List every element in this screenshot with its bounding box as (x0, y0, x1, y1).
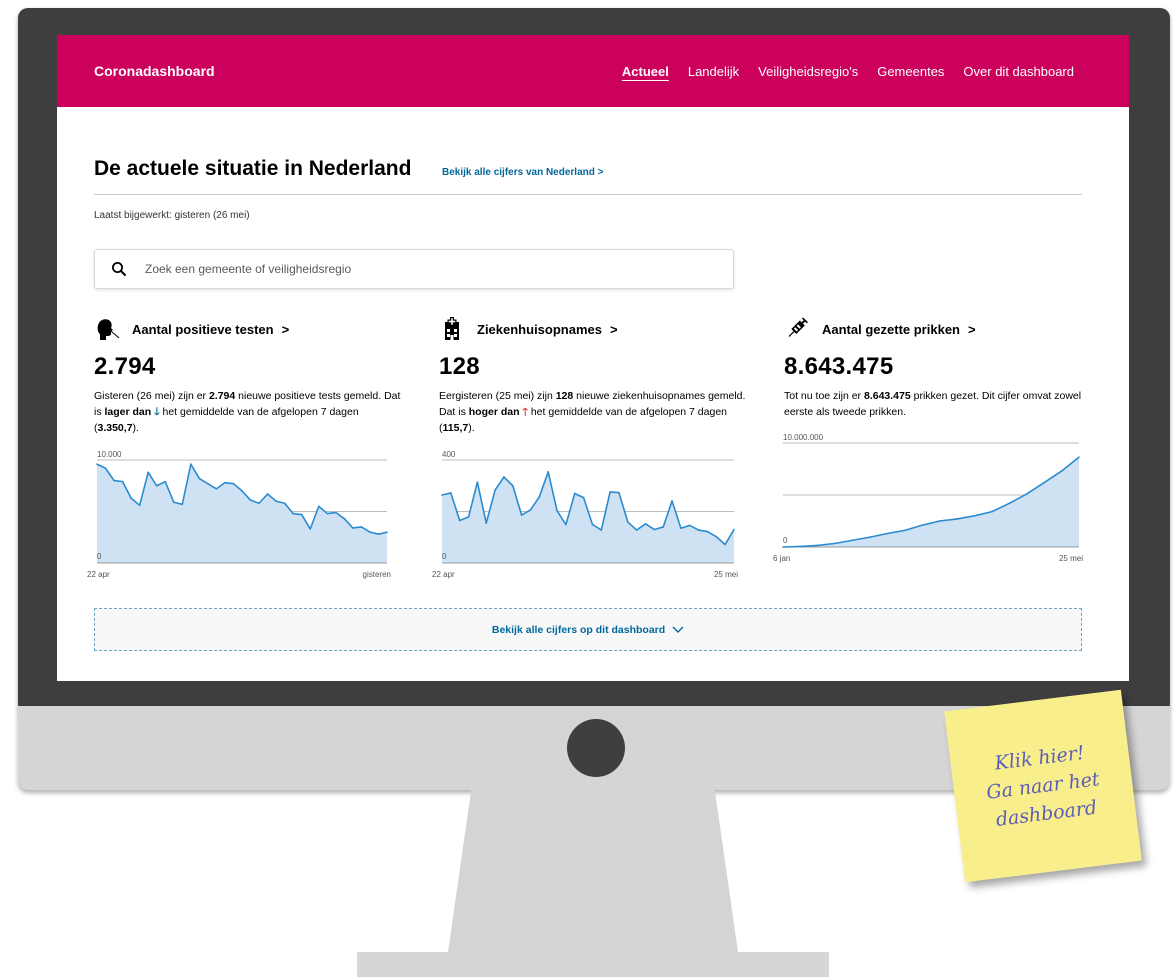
series-segment (292, 512, 303, 516)
page-title: De actuele situatie in Nederland (94, 157, 412, 180)
chart-positive-tests: 10.000 0 22 apr gisteren (87, 448, 397, 588)
monitor-foot (357, 952, 829, 977)
x-end-label: 25 mei (1059, 554, 1083, 563)
metric-value: 128 (439, 353, 480, 380)
search-box (94, 249, 734, 289)
see-all-netherlands-link[interactable]: Bekijk alle cijfers van Nederland > (442, 167, 603, 178)
card-vaccinations: Aantal gezette prikken > 8.643.475 Tot n… (784, 315, 1094, 420)
desc-bold: 2.794 (208, 390, 236, 402)
desc-bold: 115,7 (442, 422, 469, 434)
chevron-right-icon: > (281, 321, 290, 337)
dashboard-screen: Coronadashboard Actueel Landelijk Veilig… (57, 35, 1129, 681)
search-input[interactable] (145, 250, 705, 288)
card-title: Aantal gezette prikken (822, 321, 960, 337)
chart-vaccinations: 10.000.000 0 6 jan 25 mei (773, 429, 1097, 574)
nav-actueel[interactable]: Actueel (622, 64, 669, 79)
chart-svg: 400 0 22 apr 25 mei (432, 450, 738, 579)
more-button-label: Bekijk alle cijfers op dit dashboard (491, 624, 666, 636)
chart-svg: 10.000 0 22 apr gisteren (87, 450, 391, 579)
chevron-right-icon: > (609, 321, 618, 337)
area-fill (783, 457, 1079, 547)
search-icon (112, 262, 126, 276)
series-segment (782, 545, 802, 548)
nav-landelijk[interactable]: Landelijk (688, 64, 739, 79)
chevron-down-icon (672, 626, 684, 634)
desc-bold: 128 (555, 390, 574, 402)
brand-logo[interactable]: Coronadashboard (94, 63, 215, 79)
hospital-icon (445, 317, 459, 340)
desc-text: Tot nu toe zijn er (784, 390, 864, 402)
series-segment (352, 526, 363, 529)
y-max-label: 10.000.000 (783, 433, 824, 442)
desc-text: ). (468, 422, 475, 434)
nav-veiligheidsregios[interactable]: Veiligheidsregio's (758, 64, 858, 79)
card-positive-tests: Aantal positieve testen > 2.794 Gisteren… (94, 315, 404, 436)
y-min-label: 0 (442, 552, 447, 561)
desc-text: Gisteren (26 mei) zijn er (94, 390, 209, 402)
head-swab-icon (97, 319, 120, 340)
x-start-label: 22 apr (87, 570, 110, 579)
y-min-label: 0 (783, 536, 788, 545)
card-hospital: Ziekenhuisopnames > 128 Eergisteren (25 … (439, 315, 749, 436)
card-header-positive-tests[interactable]: Aantal positieve testen > (94, 315, 404, 343)
chart-svg: 10.000.000 0 6 jan 25 mei (773, 433, 1083, 563)
series-segment (113, 479, 124, 483)
divider (94, 194, 1082, 195)
series-segment (799, 544, 819, 548)
y-min-label: 0 (97, 552, 102, 561)
y-max-label: 10.000 (97, 450, 122, 459)
chevron-right-icon: > (968, 321, 976, 337)
power-button-icon (567, 719, 625, 777)
desc-bold: 3.350,7 (97, 422, 133, 434)
metric-description: Eergisteren (25 mei) zijn 128 nieuwe zie… (439, 388, 749, 436)
nav-gemeentes[interactable]: Gemeentes (877, 64, 944, 79)
sticky-note[interactable]: Klik hier! Ga naar het dashboard (944, 689, 1142, 883)
series-segment (224, 481, 235, 485)
chart-hospital: 400 0 22 apr 25 mei (432, 448, 742, 588)
area-fill (97, 464, 387, 563)
y-max-label: 400 (442, 450, 456, 459)
desc-text: ). (132, 422, 139, 434)
card-header-hospital[interactable]: Ziekenhuisopnames > (439, 315, 749, 343)
syringe-icon (788, 317, 808, 337)
x-start-label: 6 jan (773, 554, 790, 563)
desc-text: Eergisteren (25 mei) zijn (439, 390, 556, 402)
desc-bold: lager dan (104, 406, 152, 418)
card-title: Aantal positieve testen (132, 321, 274, 337)
metric-value: 8.643.475 (784, 353, 894, 380)
metric-value: 2.794 (94, 353, 156, 380)
desc-bold: 8.643.475 (863, 390, 911, 402)
series-segment (326, 511, 337, 515)
top-navbar: Coronadashboard Actueel Landelijk Veilig… (57, 35, 1129, 107)
x-start-label: 22 apr (432, 570, 455, 579)
x-end-label: gisteren (363, 570, 391, 579)
monitor-stand (448, 790, 738, 952)
metric-description: Gisteren (26 mei) zijn er 2.794 nieuwe p… (94, 388, 404, 436)
series-segment (609, 491, 620, 494)
desc-bold: hoger dan (468, 406, 520, 418)
card-title: Ziekenhuisopnames (477, 321, 602, 337)
see-all-figures-button[interactable]: Bekijk alle cijfers op dit dashboard (94, 608, 1082, 651)
main-nav: Actueel Landelijk Veiligheidsregio's Gem… (622, 64, 1074, 79)
metric-description: Tot nu toe zijn er 8.643.475 prikken gez… (784, 388, 1094, 420)
nav-over[interactable]: Over dit dashboard (963, 64, 1074, 79)
card-header-vaccinations[interactable]: Aantal gezette prikken > (784, 315, 1094, 343)
x-end-label: 25 mei (714, 570, 738, 579)
last-updated-text: Laatst bijgewerkt: gisteren (26 mei) (94, 210, 250, 221)
